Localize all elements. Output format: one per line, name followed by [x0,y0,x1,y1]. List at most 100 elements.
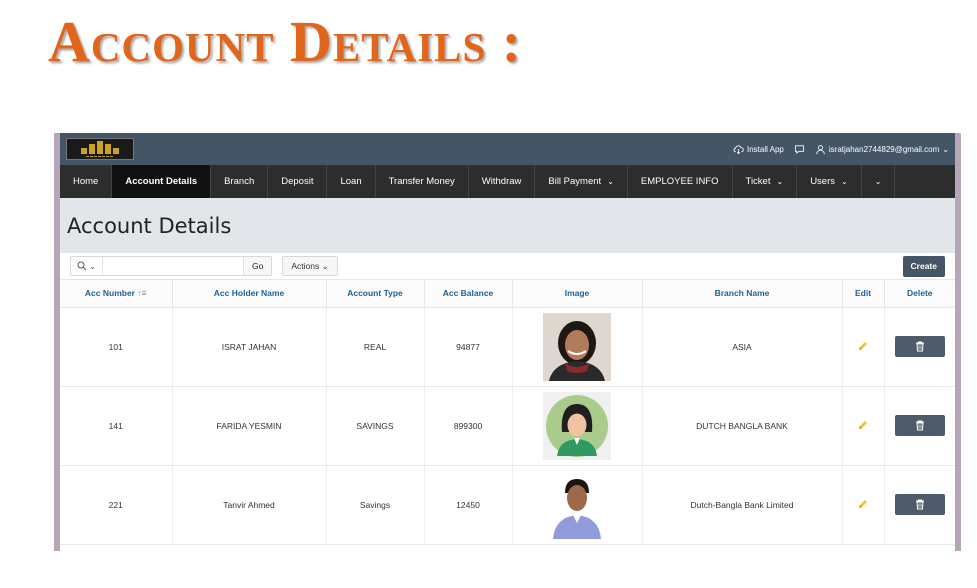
bank-logo[interactable]: ▬▬▬▬▬▬▬ [66,138,134,160]
cell-acc-number: 141 [60,386,173,466]
cloud-download-icon [733,144,744,154]
nav-account-details[interactable]: Account Details [112,165,212,198]
cell-balance: 12450 [424,465,513,545]
cell-acc-number: 101 [60,307,173,387]
chevron-down-icon: ⌄ [841,177,848,186]
nav-branch[interactable]: Branch [211,165,269,198]
cell-image [512,465,643,545]
chat-bubble-icon [794,144,804,154]
chevron-down-icon: ⌄ [89,261,96,271]
cell-delete [884,307,955,387]
column-header-edit[interactable]: Edit [842,280,885,308]
user-email: isratjahan2744829@gmail.com [828,144,940,154]
column-header-delete[interactable]: Delete [884,280,955,308]
slide-title: Account Details : [48,9,523,74]
account-photo [543,391,611,460]
user-icon [816,144,825,154]
install-app-label: Install App [746,144,784,154]
column-header-acc-number[interactable]: Acc Number ↑≡ [60,280,173,308]
report-toolbar: ⌄ Go Actions ⌄ Create [60,253,955,280]
feedback-button[interactable] [794,144,805,155]
nav-label: Account Details [125,176,198,187]
go-button[interactable]: Go [243,257,272,275]
actions-label: Actions [291,260,320,271]
column-header-holder[interactable]: Acc Holder Name [172,280,327,308]
delete-button[interactable] [894,415,945,436]
cell-branch: DUTCH BANGLA BANK [642,386,843,466]
pencil-icon[interactable] [857,419,869,431]
nav-label: Bill Payment [548,176,602,187]
nav-label: Branch [224,176,255,187]
nav-label: Loan [340,176,362,187]
search-input[interactable] [103,257,243,275]
nav-loan[interactable]: Loan [327,165,376,198]
nav-employee-info[interactable]: EMPLOYEE INFO [628,165,733,198]
user-menu[interactable]: isratjahan2744829@gmail.com ⌄ [815,144,949,155]
page-header: Account Details [60,198,955,253]
actions-menu-button[interactable]: Actions ⌄ [282,256,338,276]
cell-branch: Dutch-Bangla Bank Limited [642,465,843,545]
nav-label: Ticket [745,176,771,187]
cell-acc-number: 221 [60,465,173,545]
trash-icon [915,420,924,431]
trash-icon [915,499,924,510]
cell-balance: 94877 [424,307,513,387]
cell-delete [884,465,955,545]
cell-type: Savings [326,465,425,545]
page-title: Account Details [67,213,232,238]
top-bar: ▬▬▬▬▬▬▬ Install App isratjahan2744829@gm… [60,133,955,165]
cell-edit [842,465,885,545]
account-photo [543,470,611,539]
search-column-selector[interactable]: ⌄ [71,257,103,275]
cell-image [512,386,643,466]
cell-type: SAVINGS [326,386,425,466]
chevron-down-icon: ⌄ [321,260,329,271]
pencil-icon[interactable] [857,340,869,352]
cell-holder: ISRAT JAHAN [172,307,327,387]
nav-label: Withdraw [481,176,522,187]
nav-ticket[interactable]: Ticket ⌄ [733,165,798,198]
cell-image [512,307,643,387]
column-header-type[interactable]: Account Type [326,280,425,308]
nav-deposit[interactable]: Deposit [268,165,328,198]
table-header-row: Acc Number ↑≡ Acc Holder Name Account Ty… [60,280,955,308]
nav-label: EMPLOYEE INFO [640,176,719,187]
sort-ascending-icon: ↑≡ [137,288,147,299]
nav-bill-payment[interactable]: Bill Payment ⌄ [535,165,628,198]
chevron-down-icon: ⌄ [874,177,882,186]
cell-edit [842,386,885,466]
chevron-down-icon: ⌄ [942,144,949,154]
nav-label: Deposit [281,176,314,187]
nav-more-menu[interactable]: ⌄ [862,165,896,198]
chevron-down-icon: ⌄ [776,177,784,186]
install-app-button[interactable]: Install App [733,144,784,155]
accounts-table: Acc Number ↑≡ Acc Holder Name Account Ty… [60,280,955,545]
nav-label: Users [810,176,835,187]
delete-button[interactable] [894,336,945,357]
table-row: 141 FARIDA YESMIN SAVINGS 899300 DUTCH B… [60,386,955,466]
table-row: 101 ISRAT JAHAN REAL 94877 ASIA [60,307,955,387]
nav-home[interactable]: Home [60,165,113,198]
cell-edit [842,307,885,387]
create-button[interactable]: Create [902,255,945,277]
chevron-down-icon: ⌄ [607,177,614,186]
cell-holder: Tanvir Ahmed [172,465,327,545]
delete-button[interactable] [894,494,945,515]
cell-balance: 899300 [424,386,513,466]
main-nav: Home Account Details Branch Deposit Loan… [60,165,955,198]
trash-icon [915,341,924,352]
nav-label: Transfer Money [388,176,455,187]
column-header-branch[interactable]: Branch Name [642,280,843,308]
account-photo [543,312,611,381]
pencil-icon[interactable] [857,498,869,510]
cell-delete [884,386,955,466]
cell-holder: FARIDA YESMIN [172,386,327,466]
column-header-image[interactable]: Image [512,280,643,308]
column-header-balance[interactable]: Acc Balance [424,280,513,308]
nav-users[interactable]: Users ⌄ [797,165,862,198]
cell-type: REAL [326,307,425,387]
search-box: ⌄ Go [70,256,273,276]
nav-withdraw[interactable]: Withdraw [469,165,536,198]
nav-transfer-money[interactable]: Transfer Money [376,165,469,198]
nav-label: Home [73,176,99,187]
